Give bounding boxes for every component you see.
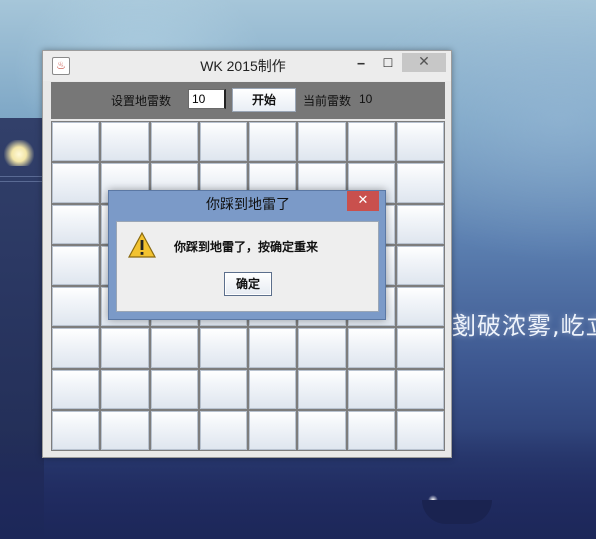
mine-cell[interactable] (396, 245, 444, 285)
mine-cell[interactable] (150, 122, 198, 162)
mine-cell[interactable] (347, 328, 395, 368)
mine-cell[interactable] (199, 122, 247, 162)
mine-cell[interactable] (101, 122, 149, 162)
mine-cell[interactable] (396, 122, 444, 162)
dialog-close-button[interactable]: ✕ (347, 191, 379, 211)
ok-button[interactable]: 确定 (224, 272, 272, 296)
set-mines-label: 设置地雷数 (111, 94, 172, 108)
maximize-button[interactable]: ☐ (375, 53, 401, 73)
mine-cell[interactable] (199, 328, 247, 368)
mine-cell[interactable] (396, 287, 444, 327)
mine-cell[interactable] (298, 410, 346, 450)
toolbar: 设置地雷数 开始 当前雷数 10 (51, 82, 445, 119)
dialog-title[interactable]: 你踩到地雷了 (109, 193, 387, 217)
mine-cell[interactable] (52, 245, 100, 285)
game-over-dialog: 你踩到地雷了 ✕ 你踩到地雷了，按确定重来 确定 (108, 190, 386, 320)
mine-cell[interactable] (150, 369, 198, 409)
mine-cell[interactable] (199, 410, 247, 450)
mine-cell[interactable] (249, 369, 297, 409)
mine-cell[interactable] (52, 328, 100, 368)
minimize-button[interactable]: ‒ (348, 53, 374, 73)
mine-cell[interactable] (396, 163, 444, 203)
mine-cell[interactable] (52, 410, 100, 450)
current-mines-value: 10 (359, 92, 373, 106)
mine-cell[interactable] (396, 204, 444, 244)
mine-cell[interactable] (298, 328, 346, 368)
mine-cell[interactable] (52, 204, 100, 244)
mine-count-input[interactable] (188, 89, 226, 109)
mine-cell[interactable] (396, 328, 444, 368)
mine-cell[interactable] (396, 410, 444, 450)
mine-cell[interactable] (52, 122, 100, 162)
mine-cell[interactable] (249, 122, 297, 162)
wallpaper-text: 剗破浓雾,屹立 (452, 312, 596, 340)
mine-cell[interactable] (101, 410, 149, 450)
dialog-body: 你踩到地雷了，按确定重来 确定 (116, 221, 379, 312)
mine-cell[interactable] (101, 328, 149, 368)
close-button[interactable]: ✕ (402, 53, 446, 72)
lighthouse-lamp (4, 140, 34, 166)
current-mines-label: 当前雷数 (303, 94, 352, 108)
mine-cell[interactable] (199, 369, 247, 409)
start-button[interactable]: 开始 (232, 88, 296, 112)
mine-cell[interactable] (298, 122, 346, 162)
title-bar[interactable]: ♨ WK 2015制作 ‒ ☐ ✕ (43, 51, 451, 81)
mine-cell[interactable] (347, 369, 395, 409)
warning-icon (127, 231, 157, 258)
mine-cell[interactable] (249, 410, 297, 450)
mine-cell[interactable] (52, 163, 100, 203)
mine-cell[interactable] (101, 369, 149, 409)
mine-cell[interactable] (52, 369, 100, 409)
mine-cell[interactable] (52, 287, 100, 327)
mine-cell[interactable] (347, 122, 395, 162)
dialog-message: 你踩到地雷了，按确定重来 (174, 240, 319, 254)
mine-cell[interactable] (150, 410, 198, 450)
lighthouse-rail (0, 176, 44, 182)
mine-cell[interactable] (396, 369, 444, 409)
mine-cell[interactable] (298, 369, 346, 409)
mine-cell[interactable] (249, 328, 297, 368)
mine-cell[interactable] (150, 328, 198, 368)
mine-cell[interactable] (347, 410, 395, 450)
